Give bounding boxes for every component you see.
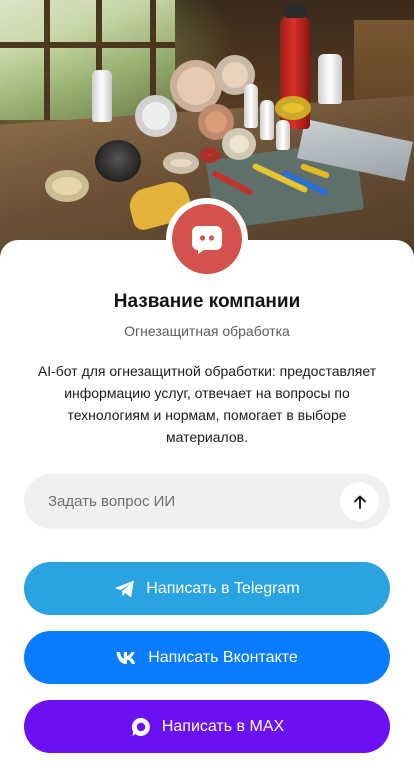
- telegram-button[interactable]: Написать в Telegram: [24, 562, 390, 615]
- company-category: Огнезащитная обработка: [124, 323, 290, 339]
- hero-roll: [275, 96, 311, 120]
- hero-respirator: [95, 140, 141, 182]
- company-name: Название компании: [113, 291, 301, 312]
- chat-bubble-icon: [192, 226, 222, 254]
- vk-button[interactable]: Написать Вконтакте: [24, 631, 390, 684]
- hero-bottle: [318, 54, 342, 104]
- max-button[interactable]: Написать в MAX: [24, 700, 390, 753]
- hero-bottle: [244, 84, 258, 128]
- send-button[interactable]: [340, 482, 379, 521]
- hero-bottle: [276, 120, 290, 150]
- company-avatar: [166, 198, 248, 280]
- telegram-icon: [114, 579, 136, 599]
- company-description: AI-бот для огнезащитной обработки: предо…: [37, 363, 377, 445]
- arrow-up-icon: [353, 495, 366, 509]
- hero-roll: [135, 95, 177, 137]
- hero-roll: [45, 170, 89, 202]
- avatar-background: [172, 204, 242, 274]
- ask-ai-field: [24, 474, 390, 529]
- hero-roll: [163, 152, 199, 174]
- hero-bottle: [92, 70, 112, 122]
- telegram-button-label: Написать в Telegram: [146, 579, 300, 597]
- vk-icon: [116, 651, 138, 665]
- vk-button-label: Написать Вконтакте: [148, 648, 298, 666]
- fire-extinguisher-valve: [284, 4, 306, 18]
- ask-ai-input[interactable]: [48, 474, 348, 529]
- hero-roll: [222, 128, 256, 160]
- max-icon: [130, 716, 152, 738]
- hero-roll: [200, 147, 220, 163]
- max-button-label: Написать в MAX: [161, 717, 285, 735]
- page: Название компании Огнезащитная обработка…: [0, 0, 414, 770]
- hero-bottle: [260, 100, 274, 140]
